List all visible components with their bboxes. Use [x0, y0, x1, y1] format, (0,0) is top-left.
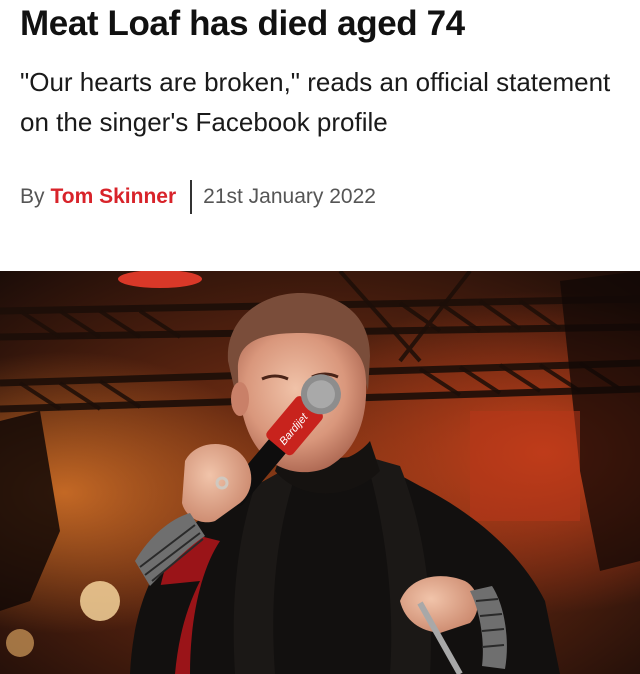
- hero-image: Bardijet: [0, 271, 640, 674]
- hero-photo: Bardijet: [0, 271, 640, 674]
- standfirst: "Our hearts are broken," reads an offici…: [20, 67, 611, 137]
- publish-date: 21st January 2022: [203, 185, 376, 208]
- byline-divider: [190, 180, 193, 214]
- byline-prefix: By: [20, 185, 45, 208]
- byline: By Tom Skinner 21st January 2022: [20, 180, 376, 214]
- headline: Meat Loaf has died aged 74: [20, 4, 465, 43]
- author-link[interactable]: Tom Skinner: [51, 185, 177, 209]
